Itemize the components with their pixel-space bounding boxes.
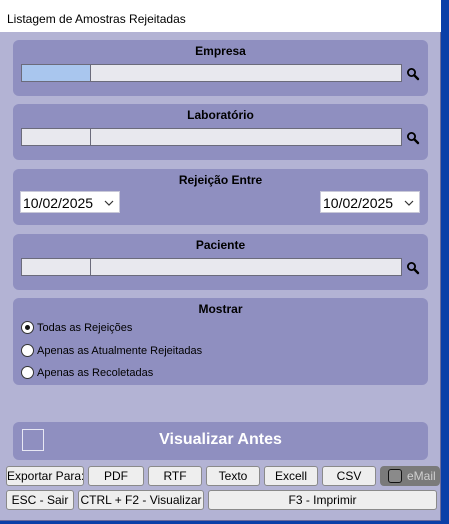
checkbox-icon[interactable] <box>388 469 402 483</box>
email-toggle[interactable]: eMail <box>380 466 440 486</box>
date-to-value: 10/02/2025 <box>323 195 394 211</box>
export-csv-button[interactable]: CSV <box>322 466 376 486</box>
empresa-code-field[interactable] <box>22 65 91 81</box>
export-label: Exportar Para: <box>6 466 84 486</box>
print-button[interactable]: F3 - Imprimir <box>208 490 437 510</box>
radio-option-atualmente-rejeitadas[interactable]: Apenas as Atualmente Rejeitadas <box>21 344 202 357</box>
report-window: Listagem de Amostras Rejeitadas Empresa … <box>0 0 441 521</box>
laboratorio-label: Laboratório <box>187 108 254 122</box>
exit-button[interactable]: ESC - Sair <box>6 490 74 510</box>
paciente-lookup <box>21 258 402 276</box>
email-label: eMail <box>407 469 436 483</box>
empresa-description-field[interactable] <box>91 65 401 81</box>
export-pdf-button[interactable]: PDF <box>88 466 144 486</box>
window-title: Listagem de Amostras Rejeitadas <box>0 0 441 32</box>
radio-button[interactable] <box>21 366 34 379</box>
laboratorio-lookup <box>21 128 402 146</box>
date-to-picker[interactable]: 10/02/2025 <box>320 191 420 213</box>
empresa-panel: Empresa <box>13 40 428 96</box>
empresa-label: Empresa <box>195 44 246 58</box>
laboratorio-code-field[interactable] <box>22 129 91 145</box>
mostrar-panel: Mostrar Todas as Rejeições Apenas as Atu… <box>13 298 428 385</box>
radio-button-selected[interactable] <box>21 321 34 334</box>
chevron-down-icon[interactable] <box>403 197 415 209</box>
radio-button[interactable] <box>21 344 34 357</box>
radio-option-label: Todas as Rejeições <box>37 321 133 334</box>
paciente-label: Paciente <box>195 238 246 252</box>
search-icon[interactable] <box>406 261 420 275</box>
paciente-code-field[interactable] <box>22 259 91 275</box>
rejeicao-panel: Rejeição Entre 10/02/2025 10/02/2025 <box>13 169 428 225</box>
chevron-down-icon[interactable] <box>103 197 115 209</box>
date-from-picker[interactable]: 10/02/2025 <box>20 191 120 213</box>
search-icon[interactable] <box>406 131 420 145</box>
paciente-description-field[interactable] <box>91 259 401 275</box>
export-rtf-button[interactable]: RTF <box>148 466 202 486</box>
radio-option-recoletadas[interactable]: Apenas as Recoletadas <box>21 366 153 379</box>
laboratorio-description-field[interactable] <box>91 129 401 145</box>
export-excell-button[interactable]: Excell <box>264 466 318 486</box>
search-icon[interactable] <box>406 67 420 81</box>
laboratorio-panel: Laboratório <box>13 104 428 160</box>
date-from-value: 10/02/2025 <box>23 195 94 211</box>
export-texto-button[interactable]: Texto <box>206 466 260 486</box>
visualizar-antes-panel: Visualizar Antes <box>13 422 428 460</box>
rejeicao-label: Rejeição Entre <box>178 173 263 187</box>
radio-option-label: Apenas as Atualmente Rejeitadas <box>37 344 203 357</box>
empresa-lookup <box>21 64 402 82</box>
radio-option-label: Apenas as Recoletadas <box>37 366 154 379</box>
mostrar-label: Mostrar <box>198 302 243 316</box>
paciente-panel: Paciente <box>13 234 428 290</box>
visualizar-antes-label: Visualizar Antes <box>159 431 282 448</box>
radio-option-todas[interactable]: Todas as Rejeições <box>21 321 132 334</box>
preview-button[interactable]: CTRL + F2 - Visualizar <box>78 490 204 510</box>
